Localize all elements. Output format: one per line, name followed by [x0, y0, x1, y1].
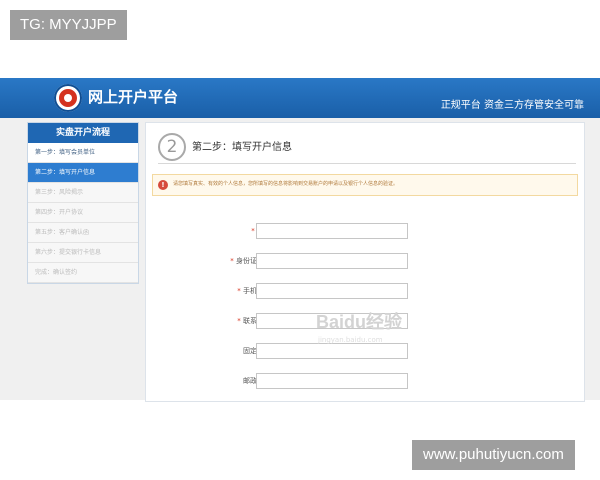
baidu-watermark: Baidu经验 — [316, 312, 403, 332]
sidebar-step-2[interactable]: 第二步：填写开户信息 — [28, 163, 138, 183]
baidu-watermark-url: jingyan.baidu.com — [318, 336, 383, 344]
site-header: 网上开户平台 正规平台 资金三方存管安全可靠 — [0, 78, 600, 118]
form-input-2[interactable] — [256, 253, 408, 269]
notice-text: 请您填写真实、有效的个人信息，您所填写的信息将影响到交易账户的申请以及银行个人信… — [173, 181, 399, 187]
notice-banner: ! 请您填写真实、有效的个人信息，您所填写的信息将影响到交易账户的申请以及银行个… — [152, 174, 578, 196]
title-divider — [158, 163, 576, 164]
form-row: * 手机号码： — [146, 283, 584, 299]
form-row: 邮政编码： — [146, 373, 584, 389]
sidebar-step-5[interactable]: 第五步：客户确认函 — [28, 223, 138, 243]
step-title: 第二步：填写开户信息 — [192, 142, 292, 153]
sidebar-step-6[interactable]: 第六步：提交银行卡信息 — [28, 243, 138, 263]
sidebar-step-1[interactable]: 第一步：填写会员单位 — [28, 143, 138, 163]
sidebar-step-7[interactable]: 完成：确认签约 — [28, 263, 138, 283]
top-watermark-tag: TG: MYYJJPP — [10, 10, 127, 40]
registration-page: 网上开户平台 正规平台 资金三方存管安全可靠 实盘开户流程 第一步：填写会员单位… — [0, 78, 600, 402]
sidebar-title: 实盘开户流程 — [28, 123, 138, 143]
step-number-icon: 2 — [158, 133, 186, 161]
form-input-6[interactable] — [256, 373, 408, 389]
logo-icon — [54, 84, 82, 112]
sidebar-step-3[interactable]: 第三步：风险揭示 — [28, 183, 138, 203]
sidebar-step-4[interactable]: 第四步：开户协议 — [28, 203, 138, 223]
site-title: 网上开户平台 — [88, 88, 179, 106]
process-sidebar: 实盘开户流程 第一步：填写会员单位 第二步：填写开户信息 第三步：风险揭示 第四步：开… — [27, 122, 139, 284]
form-input-5[interactable] — [256, 343, 408, 359]
form-row: * 姓名： — [146, 223, 584, 239]
form-input-3[interactable] — [256, 283, 408, 299]
form-row: * 身份证号码： — [146, 253, 584, 269]
sidebar-step-list: 第一步：填写会员单位 第二步：填写开户信息 第三步：风险揭示 第四步：开户协议 第五步：… — [28, 143, 138, 283]
form-row: 固定电话： — [146, 343, 584, 359]
bottom-watermark-tag: www.puhutiyucn.com — [412, 440, 575, 470]
warning-icon: ! — [158, 180, 168, 190]
site-slogan: 正规平台 资金三方存管安全可靠 — [440, 100, 584, 111]
main-panel: 2 第二步：填写开户信息 ! 请您填写真实、有效的个人信息，您所填写的信息将影响… — [145, 122, 585, 402]
form-input-1[interactable] — [256, 223, 408, 239]
